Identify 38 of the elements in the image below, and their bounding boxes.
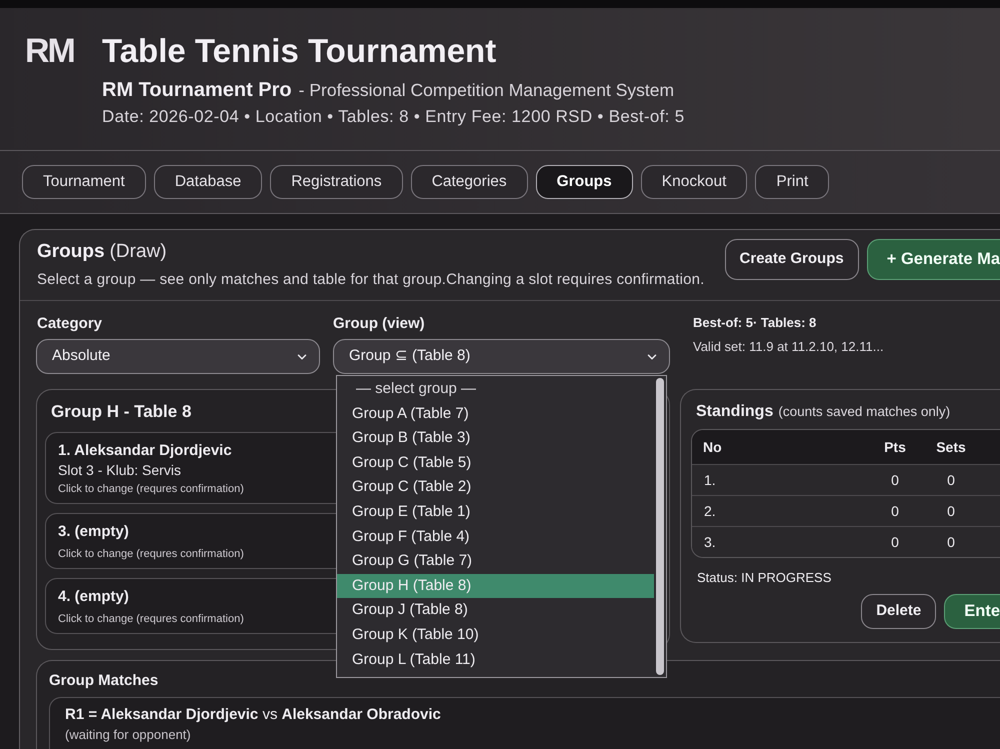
panel-title: Groups (37, 240, 105, 264)
field-label: Group (view) (333, 314, 425, 334)
app-title: Table Tennis Tournament (102, 32, 496, 70)
table-cell-text: 0 (946, 532, 956, 552)
valid-set-info: Valid set: 11.9 at 11.2.10, 12.11... (693, 338, 884, 355)
table-cell-text: 1. (703, 470, 717, 490)
standings-note: (counts saved matches only) (778, 403, 950, 421)
matches-title: Group Matches (49, 672, 158, 690)
column-header: No (702, 438, 723, 456)
panel-title-note: (Draw) (110, 240, 167, 264)
column-header: Pts (883, 438, 907, 456)
group-title: Group H - Table 8 (51, 402, 192, 422)
slot-hint: Click to change (requres confirmation) (58, 612, 244, 626)
table-cell-text: 2. (703, 502, 717, 520)
slot-detail: Slot 3 - Klub: Servis (58, 461, 181, 479)
slot-player: 1. Aleksandar Djordjevic (58, 441, 232, 461)
slot-player: 4. (empty) (58, 587, 129, 607)
table-cell-text: 0 (946, 470, 956, 490)
table-cell-text: 0 (890, 532, 900, 552)
status-text: Status: IN PROGRESS (697, 569, 832, 587)
tournament-info: Date: 2026-02-04 • Location • Tables: 8 • Entry Fee: 1200 RSD • Best-of: 5 (102, 106, 684, 128)
product-tagline: - Professional Competition Management System (298, 79, 674, 102)
column-header: Sets (935, 438, 967, 456)
match-note: (waiting for opponent) (65, 727, 191, 743)
slot-hint: Click to change (requres confirmation) (58, 482, 244, 496)
panel-description: Select a group — see only matches and table for that group.Changing a slot requires confirmation. (37, 270, 704, 290)
slot-player: 3. (empty) (58, 522, 129, 542)
slot-hint: Click to change (requres confirmation) (58, 547, 244, 561)
standings-title: Standings (696, 402, 774, 422)
table-cell-text: 0 (890, 502, 900, 520)
field-label: Category (36, 314, 102, 334)
table-cell-text: 0 (890, 470, 900, 490)
table-cell-text: 3. (703, 532, 717, 552)
logo: RM (25, 32, 74, 70)
match-title: R1 = Aleksandar Djordjevic vs Aleksandar Obradovic (65, 706, 441, 724)
table-cell-text: 0 (946, 502, 956, 520)
settings-summary: Best-of: 5· Tables: 8 (693, 314, 816, 331)
product-name: RM Tournament Pro (102, 78, 292, 103)
